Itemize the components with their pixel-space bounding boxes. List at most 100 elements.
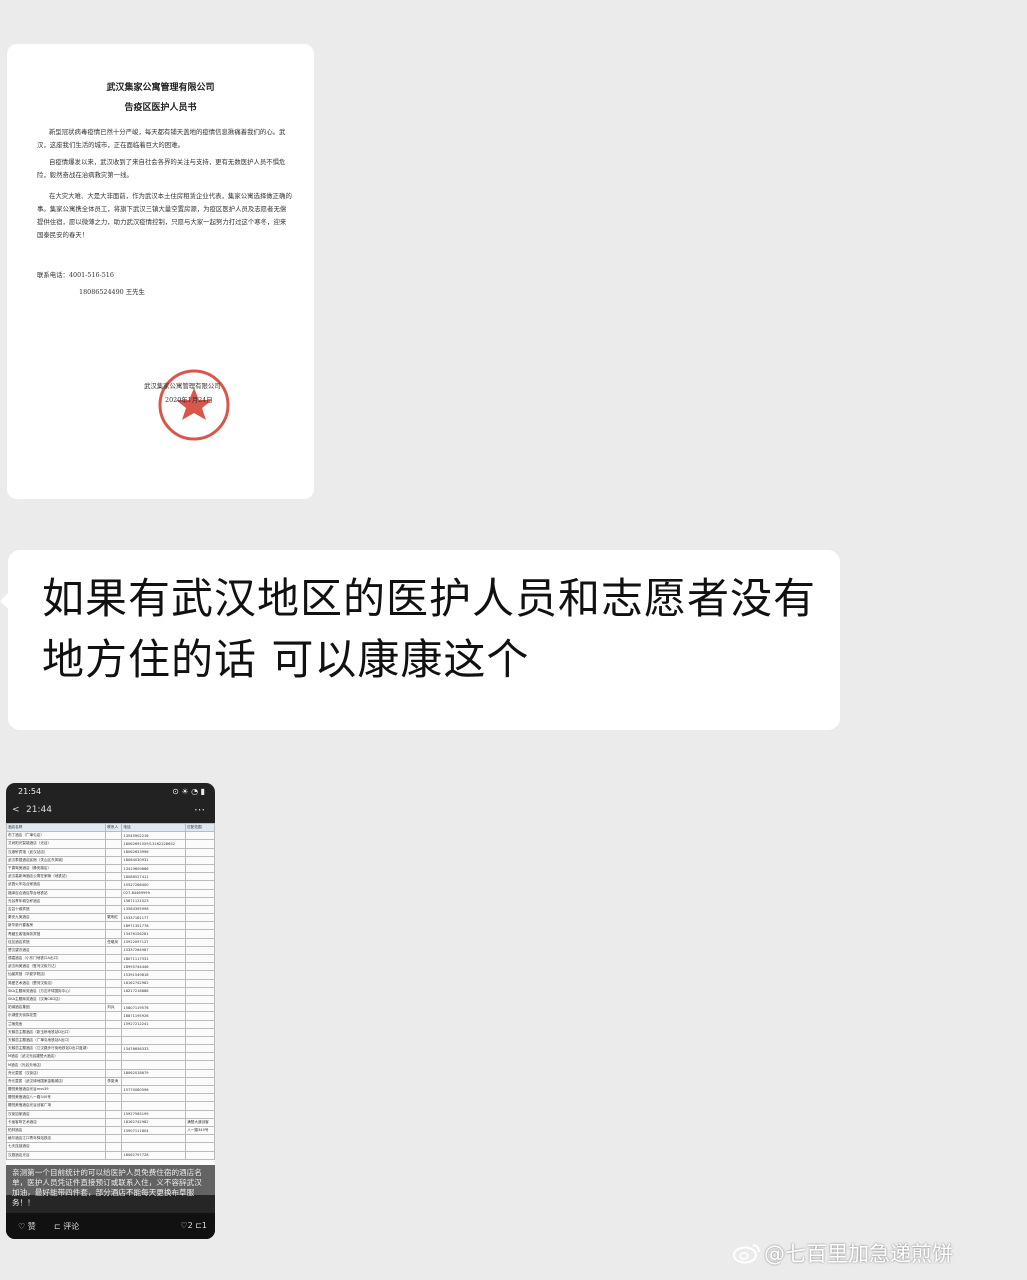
table-cell [185, 1101, 215, 1111]
table-row: 佳友酒店宾馆 任曦凤 15922097127 [6, 937, 215, 947]
table-row: 樱悦美宿酒店光谷创客广场 [6, 1101, 215, 1111]
table-cell: 武昌火车站合家酒店 [6, 880, 107, 890]
table-cell: 秦安九美酒店 [6, 913, 107, 923]
table-cell [121, 994, 187, 1005]
table-cell: 楚汉望亦酒店 [6, 945, 107, 956]
table-cell: 佳友酒店宾馆 [6, 937, 107, 947]
text-message-bubble[interactable]: 如果有武汉地区的医护人员和志愿者没有地方住的话 可以康康这个 [8, 550, 840, 730]
table-cell [105, 872, 123, 882]
hotel-spreadsheet: 酒店名称 联系人 电话 匹配范围 布丁酒店（广埠屯店） 13545902216 艾尚阳光智能… [6, 822, 215, 1195]
table-cell: 简爱艺术酒店（楚河汉街店） [6, 978, 107, 988]
image-message-letter[interactable]: 武汉集家公寓管理有限公司 告疫区医护人员书 新型冠状病毒疫情已然十分严峻，每天都… [7, 44, 314, 499]
table-cell [105, 1117, 123, 1127]
table-cell: 乐湖堡天街探花里 [6, 1011, 107, 1021]
table-cell: M酒店（武汉光谷捷楚大酒店） [6, 1052, 107, 1062]
table-cell: 15527266400 [121, 880, 187, 890]
table-cell [105, 1134, 123, 1144]
table-cell [105, 855, 123, 865]
letter-contact-2: 18086524490 王先生 [79, 288, 145, 296]
table-row: 仙豪宾馆（华夏学院店） 15391549818 [6, 970, 215, 980]
table-cell [105, 1019, 123, 1029]
table-cell [185, 937, 215, 947]
table-cell [185, 913, 215, 923]
table-cell [185, 1093, 215, 1103]
table-cell: 德嘉酒店（小东门地铁口A出口） [6, 953, 107, 964]
table-cell: 柏林酒店 [6, 1125, 107, 1136]
table-cell [105, 880, 123, 890]
reaction-count: ♡2 ⊏1 [180, 1221, 207, 1230]
table-cell [105, 888, 123, 898]
table-cell: 福泽百合酒店早台地铁站 [6, 888, 107, 898]
table-cell: 15807119576 [121, 1003, 187, 1013]
table-cell [185, 855, 215, 865]
table-cell [185, 1027, 215, 1037]
table-row: 乐湖堡天街探花里 18871195926 [6, 1011, 215, 1021]
table-cell [105, 978, 123, 988]
table-row: 汉缘轩宾馆（武汉站店） 18062653996 [6, 847, 215, 857]
table-cell: 汉庭酒店光谷 [6, 1150, 107, 1160]
table-cell: 18995744446 [121, 962, 187, 972]
table-cell: 18062691559/13162228652 [121, 839, 187, 849]
phone-nav-bar: < 21:44 ⋯ [6, 800, 215, 822]
table-cell [121, 1027, 187, 1037]
table-cell: 武汉高新海酒店公寓在家嘛（地铁站） [6, 872, 107, 882]
letter-paragraph-3: 在大灾大难、大是大非面前，作为武汉本土住房租赁企业代表，集家公寓选择做正确的事。… [37, 192, 292, 239]
table-cell [105, 953, 123, 964]
table-cell [185, 1019, 215, 1029]
table-cell: 仙豪宾馆（华夏学院店） [6, 970, 107, 980]
table-cell: 光谷青年城空杯酒店 [6, 896, 107, 906]
weibo-watermark: @七百里加急递煎饼 [732, 1238, 953, 1270]
image-message-phone-screenshot[interactable]: 21:54 ⊙ ☀ ◔ ▮ < 21:44 ⋯ 酒店名称 联系人 电话 匹配范围 布丁酒… [6, 783, 215, 1239]
table-cell [105, 1093, 123, 1103]
table-cell: 18162742982 [121, 1117, 187, 1127]
table-row: 楚汉望亦酒店 15337264987 [6, 945, 215, 956]
letter-sign-org: 武汉集家公寓管理有限公司 [144, 382, 221, 390]
table-cell [185, 863, 215, 874]
table-cell: 天鹅恋主题酒店（新玉桥地铁站D出口） [6, 1027, 107, 1037]
table-cell [185, 921, 215, 931]
table-cell: 13419609666 [121, 863, 187, 874]
table-cell: 格尔酒店江口青年驿站铁店 [6, 1134, 107, 1144]
table-cell [105, 1125, 123, 1136]
table-cell: 18871195926 [121, 1011, 187, 1021]
table-header-cell: 电话 [121, 822, 187, 833]
table-row: 乔元童居（汉街店） 18062018679 [6, 1068, 215, 1078]
table-cell [185, 1060, 215, 1070]
table-cell [105, 1052, 123, 1062]
table-cell: 汉缘轩宾馆（武汉站店） [6, 847, 107, 857]
table-cell [121, 1101, 187, 1111]
table-cell [121, 1076, 187, 1087]
table-cell [105, 1150, 123, 1160]
table-cell [185, 1035, 215, 1046]
table-row: 秦安九美酒店 戴明红 15337161177 [6, 913, 215, 923]
table-cell: 15927565199 [121, 1109, 187, 1119]
table-cell [185, 904, 215, 915]
table-cell [185, 978, 215, 988]
table-cell: 13476656333 [121, 1044, 187, 1054]
table-cell [185, 847, 215, 857]
status-icons: ⊙ ☀ ◔ ▮ [172, 787, 205, 796]
table-cell: 18971351776 [121, 921, 187, 931]
table-cell: M酒店（光谷天地店） [6, 1060, 107, 1070]
comment-button: ⊏ 评论 [54, 1222, 80, 1231]
table-cell: 乔元童居（汉街店） [6, 1068, 107, 1078]
table-cell: 15770080596 [121, 1084, 187, 1095]
table-cell [185, 1142, 215, 1152]
table-cell: 18162742982 [121, 978, 187, 988]
table-cell: 15337161177 [121, 913, 187, 923]
table-cell: 15922097127 [121, 937, 187, 947]
table-cell: 18217218888 [121, 986, 187, 996]
table-row: 武汉泰银酒店民宿（关山区东风城） 18064030931 [6, 855, 215, 865]
table-row: 青藏玉客馆商务宾馆 13476156281 [6, 929, 215, 939]
table-cell [105, 896, 123, 906]
table-cell: 18062797728 [121, 1150, 187, 1160]
table-row: 布丁酒店（广埠屯店） 13545902216 [6, 831, 215, 841]
table-cell: 布丁酒店（广埠屯店） [6, 831, 107, 841]
table-row: 七天连锁酒店 [6, 1142, 215, 1152]
table-cell [185, 1011, 215, 1021]
table-cell [121, 1052, 187, 1062]
table-cell: 兰陵苑舍 [6, 1019, 107, 1029]
table-cell [185, 896, 215, 906]
weibo-logo-icon [733, 1244, 760, 1264]
table-row: 柏林酒店 15907111804 八一路340号 [6, 1125, 215, 1136]
